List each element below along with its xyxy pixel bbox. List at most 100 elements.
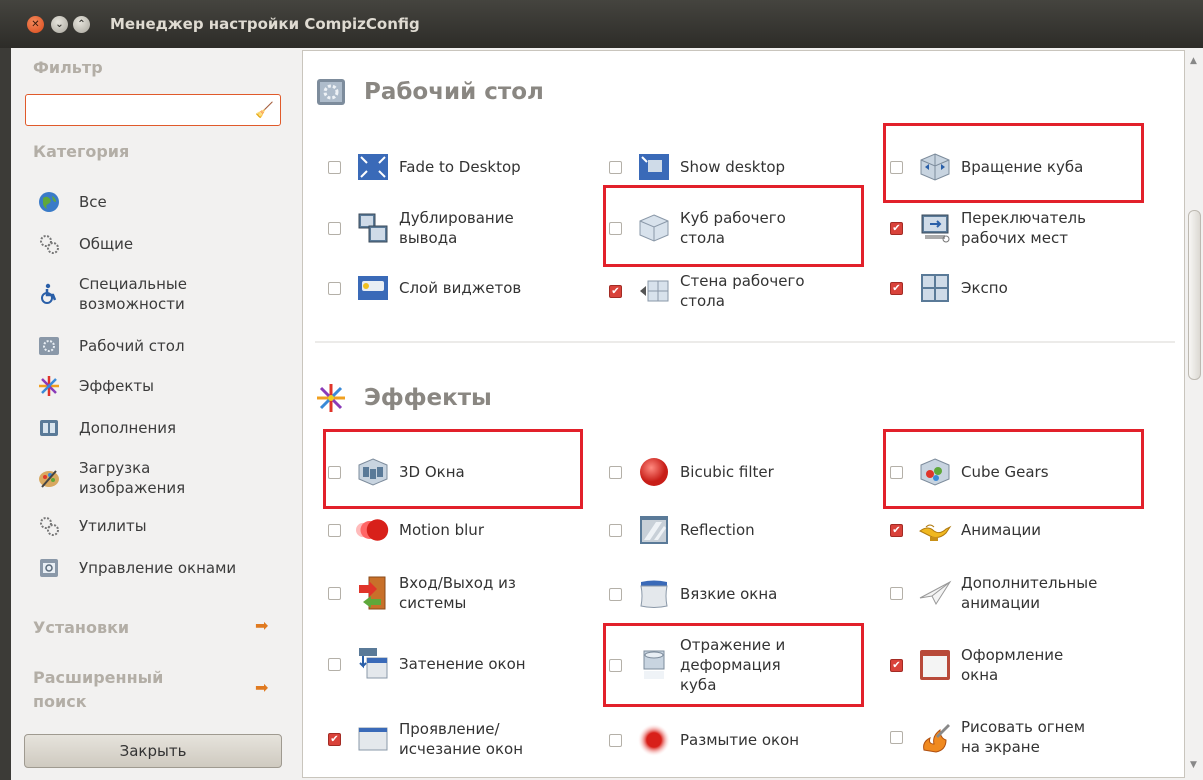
plugin-reflection[interactable]: Reflection [609, 513, 755, 547]
utilities-icon [37, 514, 61, 538]
plugin-motion-blur[interactable]: Motion blur [328, 513, 484, 547]
expo-icon [918, 271, 952, 305]
shade-windows-icon [356, 647, 390, 681]
category-heading: Категория [33, 142, 130, 161]
arrow-right-icon[interactable]: ➡ [255, 678, 268, 697]
effects-icon [37, 374, 61, 398]
scroll-up-icon[interactable]: ▲ [1190, 56, 1197, 66]
title-bar: ✕ ⌄ ⌃ Менеджер настройки CompizConfig [0, 0, 1203, 48]
effects-icon [314, 381, 348, 415]
category-image-loading[interactable]: Загрузка изображения [37, 458, 185, 498]
plugin-checkbox[interactable] [890, 730, 903, 744]
plugin-checkbox-checked[interactable]: ✔ [890, 523, 903, 537]
fire-paint-icon [918, 720, 952, 754]
category-extras[interactable]: Дополнения [37, 416, 176, 440]
plugin-panel: Рабочий стол Fade to Desktop Show deskto… [302, 50, 1185, 778]
plugin-checkbox-checked[interactable]: ✔ [609, 284, 622, 298]
settings-heading[interactable]: Установки [33, 618, 129, 637]
advanced-search-heading[interactable]: Расширенный поиск [33, 666, 163, 714]
paper-plane-icon [918, 576, 952, 610]
plugin-show-desktop[interactable]: Show desktop [609, 150, 785, 184]
plugin-bicubic-filter[interactable]: Bicubic filter [609, 455, 774, 489]
section-desktop-title: Рабочий стол [314, 75, 544, 109]
plugin-checkbox-checked[interactable]: ✔ [890, 658, 903, 672]
magic-lamp-icon [918, 513, 952, 547]
plugin-extra-animations[interactable]: Дополнительные анимации [890, 573, 1097, 613]
motion-blur-icon [356, 513, 390, 547]
login-logout-icon [356, 576, 390, 610]
plugin-checkbox[interactable] [328, 221, 341, 235]
plugin-clone-output[interactable]: Дублирование вывода [328, 208, 514, 248]
accessibility-icon [37, 282, 61, 306]
category-all[interactable]: Все [37, 190, 107, 214]
plugin-checkbox[interactable] [328, 523, 341, 537]
sidebar: Фильтр 🧹 Категория Все Общие Специальные… [11, 48, 296, 780]
arrow-right-icon[interactable]: ➡ [255, 616, 268, 635]
plugin-window-decoration[interactable]: ✔ Оформление окна [890, 645, 1063, 685]
plugin-fade-to-desktop[interactable]: Fade to Desktop [328, 150, 521, 184]
plugin-animations[interactable]: ✔ Анимации [890, 513, 1041, 547]
plugin-blur-windows[interactable]: Размытие окон [609, 723, 799, 757]
clear-filter-icon[interactable]: 🧹 [255, 101, 274, 119]
plugin-checkbox-checked[interactable]: ✔ [890, 281, 903, 295]
desktop-icon [37, 334, 61, 358]
plugin-checkbox-checked[interactable]: ✔ [328, 732, 341, 746]
bicubic-filter-icon [637, 455, 671, 489]
plugin-checkbox[interactable] [328, 586, 341, 600]
category-window-management[interactable]: Управление окнами [37, 556, 236, 580]
plugin-checkbox[interactable] [328, 281, 341, 295]
maximize-window-icon[interactable]: ⌃ [73, 16, 90, 33]
plugin-checkbox[interactable] [609, 733, 622, 747]
close-window-icon[interactable]: ✕ [27, 16, 44, 33]
plugin-wobbly-windows[interactable]: Вязкие окна [609, 577, 777, 611]
scroll-down-icon[interactable]: ▼ [1190, 760, 1197, 770]
main-window: Фильтр 🧹 Категория Все Общие Специальные… [11, 48, 1203, 780]
close-button[interactable]: Закрыть [24, 734, 282, 768]
section-separator [315, 341, 1175, 343]
window-management-icon [37, 556, 61, 580]
blur-windows-icon [637, 723, 671, 757]
plugin-desktop-wall[interactable]: ✔ Стена рабочего стола [609, 271, 805, 311]
plugin-login-logout[interactable]: Вход/Выход из системы [328, 573, 516, 613]
minimize-window-icon[interactable]: ⌄ [51, 16, 68, 33]
globe-icon [37, 190, 61, 214]
wobbly-windows-icon [637, 577, 671, 611]
plugin-shade-windows[interactable]: Затенение окон [328, 647, 526, 681]
plugin-expo[interactable]: ✔ Экспо [890, 271, 1008, 305]
plugin-checkbox[interactable] [890, 586, 903, 600]
clone-output-icon [356, 211, 390, 245]
plugin-fade-windows[interactable]: ✔ Проявление/ исчезание окон [328, 719, 523, 759]
plugin-checkbox[interactable] [609, 587, 622, 601]
plugin-widget-layer[interactable]: Слой виджетов [328, 271, 521, 305]
filter-input[interactable]: 🧹 [25, 94, 281, 126]
highlight-box [323, 429, 583, 509]
gears-icon [37, 232, 61, 256]
plugin-checkbox-checked[interactable]: ✔ [890, 221, 903, 235]
desktop-wall-icon [637, 274, 671, 308]
fade-windows-icon [356, 722, 390, 756]
show-desktop-icon [637, 150, 671, 184]
scrollbar-thumb[interactable] [1188, 210, 1201, 380]
workspace-switcher-icon [918, 211, 952, 245]
vertical-scrollbar[interactable]: ▲ ▼ [1185, 50, 1203, 778]
plugin-checkbox[interactable] [609, 523, 622, 537]
window-decoration-icon [918, 648, 952, 682]
category-effects[interactable]: Эффекты [37, 374, 154, 398]
plugin-checkbox[interactable] [328, 657, 341, 671]
plugin-checkbox[interactable] [609, 160, 622, 174]
widget-layer-icon [356, 271, 390, 305]
extras-icon [37, 416, 61, 440]
image-loading-icon [37, 466, 61, 490]
category-accessibility[interactable]: Специальные возможности [37, 274, 187, 314]
category-desktop[interactable]: Рабочий стол [37, 334, 185, 358]
highlight-box [603, 185, 864, 267]
filter-heading: Фильтр [33, 58, 103, 77]
plugin-workspace-switcher[interactable]: ✔ Переключатель рабочих мест [890, 208, 1086, 248]
fade-to-desktop-icon [356, 150, 390, 184]
plugin-checkbox[interactable] [609, 465, 622, 479]
plugin-checkbox[interactable] [328, 160, 341, 174]
window-title: Менеджер настройки CompizConfig [110, 15, 420, 33]
plugin-fire-paint[interactable]: Рисовать огнем на экране [890, 717, 1085, 757]
category-utilities[interactable]: Утилиты [37, 514, 147, 538]
category-general[interactable]: Общие [37, 232, 133, 256]
